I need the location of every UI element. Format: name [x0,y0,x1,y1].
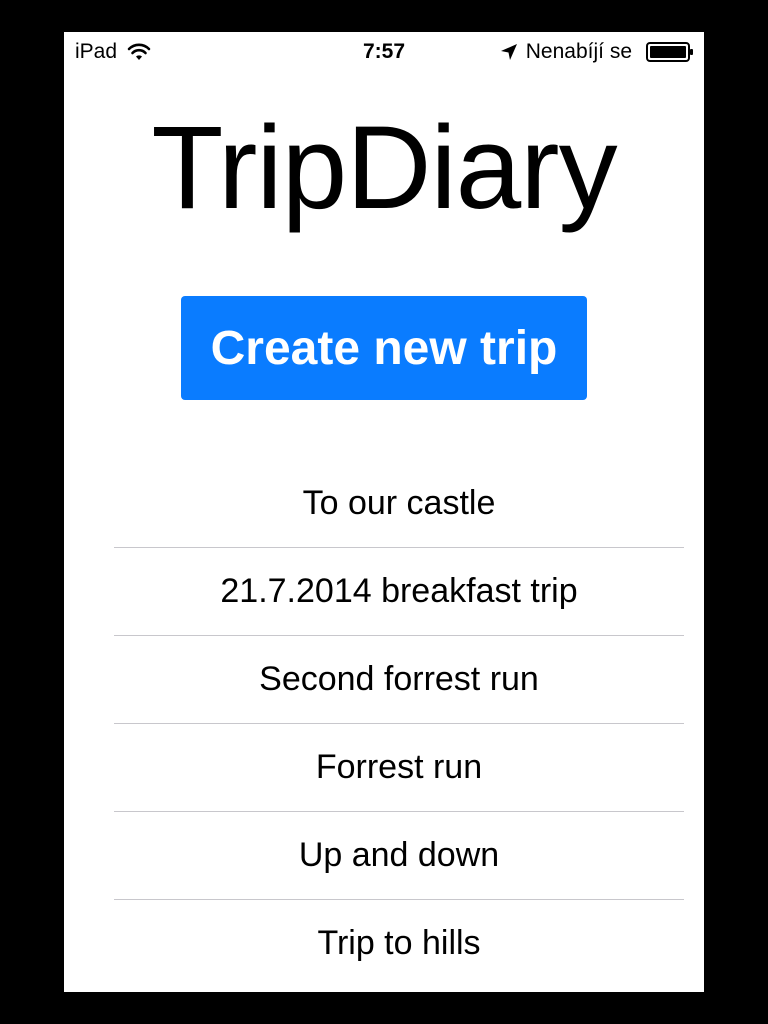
trip-list-item[interactable]: To our castle [114,460,684,548]
trip-list-item[interactable]: 21.7.2014 breakfast trip [114,548,684,636]
trip-list-item[interactable]: Trip to hills [114,900,684,987]
charging-status: Nenabíjí se [525,40,632,63]
battery-icon [646,42,693,62]
device-screen: iPad 7:57 Nenabíjí se TripDiary Create n… [64,32,704,992]
trip-list: To our castle 21.7.2014 breakfast trip S… [114,460,684,987]
trip-list-item[interactable]: Up and down [114,812,684,900]
create-new-trip-button[interactable]: Create new trip [181,296,587,400]
status-bar: iPad 7:57 Nenabíjí se [64,32,704,72]
location-icon [500,44,517,60]
trip-list-item[interactable]: Forrest run [114,724,684,812]
trip-list-item[interactable]: Second forrest run [114,636,684,724]
status-bar-right: Nenabíjí se [500,40,694,64]
app-title: TripDiary [151,102,617,234]
